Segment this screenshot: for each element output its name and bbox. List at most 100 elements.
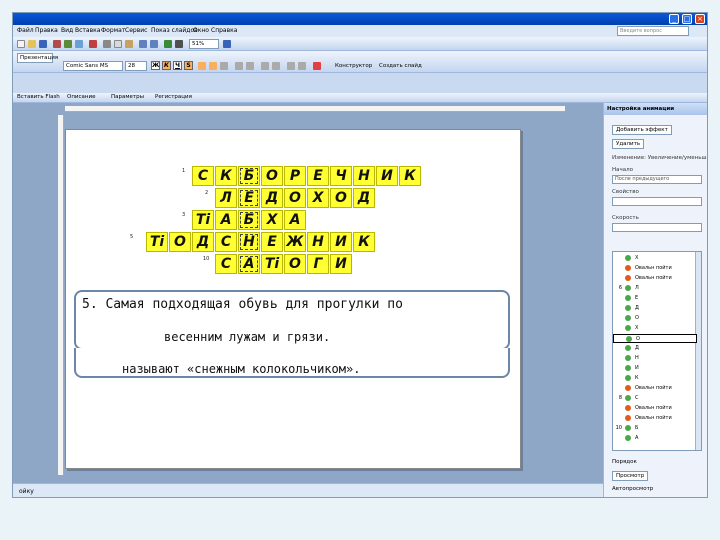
new-icon[interactable] [17, 40, 25, 48]
animation-item[interactable]: Н [613, 354, 697, 363]
cut-icon[interactable] [103, 40, 111, 48]
animation-item[interactable]: Овальн пойти [613, 274, 697, 283]
speed-select[interactable] [612, 223, 702, 232]
crossword-cell[interactable]: К [215, 166, 237, 186]
style-select[interactable]: Презентация [17, 53, 58, 63]
spelling-icon[interactable] [89, 40, 97, 48]
crossword-cell[interactable]: Д [261, 188, 283, 208]
animation-item[interactable]: Овальн пойти [613, 404, 697, 413]
help-search-input[interactable]: Введите вопрос [617, 26, 689, 36]
animation-list[interactable]: Х Овальн пойти Овальн пойти 6Л Е Д О Х О… [612, 251, 702, 451]
redo-icon[interactable] [150, 40, 158, 48]
crossword-cell[interactable]: С [215, 254, 237, 274]
crossword-cell[interactable]: Н [353, 166, 375, 186]
animation-item[interactable]: Овальн пойти [613, 384, 697, 393]
crossword-cell[interactable]: Г [307, 254, 329, 274]
menu-edit[interactable]: Правка [35, 27, 58, 34]
menu-file[interactable]: Файл [17, 27, 34, 34]
menu-view[interactable]: Вид [61, 27, 73, 34]
menu-insert[interactable]: Вставка [75, 27, 100, 34]
help-icon[interactable] [223, 40, 231, 48]
animation-item[interactable]: Х [613, 254, 697, 263]
start-select[interactable]: После предыдущего [612, 175, 702, 184]
crossword-cell[interactable]: Е [307, 166, 329, 186]
underline-button[interactable]: Ч [173, 61, 182, 70]
remove-effect-button[interactable]: Удалить [612, 139, 645, 149]
animation-item[interactable]: Овальн пойти [613, 414, 697, 423]
animation-item[interactable]: О [613, 314, 697, 323]
crossword-cell[interactable]: Н [307, 232, 329, 252]
question-textbox[interactable]: 5. Самая подходящая обувь для прогулки п… [74, 290, 510, 398]
crossword-cell[interactable]: Р [284, 166, 306, 186]
italic-button[interactable]: К [162, 61, 171, 70]
crossword-cell[interactable]: Д [353, 188, 375, 208]
table-icon[interactable] [175, 40, 183, 48]
copy-icon[interactable] [114, 40, 122, 48]
crossword-cell[interactable]: Л [215, 188, 237, 208]
crossword-cell[interactable]: Б [238, 210, 260, 230]
crossword-cell[interactable]: С [215, 232, 237, 252]
close-button[interactable]: × [695, 14, 705, 24]
menu-slideshow[interactable]: Показ слайдов [151, 27, 198, 34]
save-icon[interactable] [39, 40, 47, 48]
crossword-cell[interactable]: И [330, 232, 352, 252]
animation-item[interactable]: А [613, 434, 697, 443]
design-button[interactable]: Конструктор [335, 63, 372, 69]
increase-font-icon[interactable] [261, 62, 269, 70]
undo-icon[interactable] [139, 40, 147, 48]
menu-format[interactable]: Формат [101, 27, 125, 34]
crossword-cell[interactable]: Н [238, 232, 260, 252]
options-button[interactable]: Параметры [111, 94, 144, 100]
crossword-cell[interactable]: С [192, 166, 214, 186]
register-button[interactable]: Регистрация [155, 94, 192, 100]
crossword-cell[interactable]: О [284, 188, 306, 208]
font-name-select[interactable]: Comic Sans MS [63, 61, 123, 71]
align-center-icon[interactable] [209, 62, 217, 70]
animation-item[interactable]: Е [613, 294, 697, 303]
crossword-cell[interactable]: А [238, 254, 260, 274]
crossword-cell[interactable]: Ті [146, 232, 168, 252]
property-select[interactable] [612, 197, 702, 206]
animation-item[interactable]: Овальн пойти [613, 264, 697, 273]
numbering-icon[interactable] [235, 62, 243, 70]
print-icon[interactable] [64, 40, 72, 48]
note-button[interactable]: Описание [67, 94, 95, 100]
crossword-cell[interactable]: А [215, 210, 237, 230]
crossword-cell[interactable]: К [353, 232, 375, 252]
minimize-button[interactable]: _ [669, 14, 679, 24]
animation-item[interactable]: 6Л [613, 284, 697, 293]
reorder-label[interactable]: Порядок [612, 459, 637, 465]
crossword-cell[interactable]: Х [261, 210, 283, 230]
zoom-select[interactable]: 51% [189, 39, 219, 49]
crossword-cell[interactable]: И [330, 254, 352, 274]
decrease-indent-icon[interactable] [287, 62, 295, 70]
play-button[interactable]: Просмотр [612, 471, 649, 481]
crossword-cell[interactable]: А [284, 210, 306, 230]
crossword-cell[interactable]: И [376, 166, 398, 186]
animation-item[interactable]: 10 Б [613, 424, 697, 433]
crossword-cell[interactable]: Е [261, 232, 283, 252]
crossword-cell[interactable]: О [284, 254, 306, 274]
slide-canvas[interactable]: 1 С К Б О Р Е Ч Н И К 2 Л Е Д О Х О Д 3 … [65, 129, 521, 469]
permission-icon[interactable] [53, 40, 61, 48]
crossword-cell[interactable]: О [330, 188, 352, 208]
animation-item-selected[interactable]: О [613, 334, 697, 343]
crossword-cell[interactable]: Х [307, 188, 329, 208]
animation-item[interactable]: Д [613, 304, 697, 313]
align-left-icon[interactable] [198, 62, 206, 70]
menu-help[interactable]: Справка [211, 27, 237, 34]
decrease-font-icon[interactable] [272, 62, 280, 70]
new-slide-button[interactable]: Создать слайд [379, 63, 422, 69]
crossword-cell[interactable]: Ті [261, 254, 283, 274]
animation-item[interactable]: К [613, 374, 697, 383]
increase-indent-icon[interactable] [298, 62, 306, 70]
font-color-icon[interactable] [313, 62, 321, 70]
bullets-icon[interactable] [246, 62, 254, 70]
crossword-cell[interactable]: Ж [284, 232, 306, 252]
animation-item[interactable]: Х [613, 324, 697, 333]
crossword-cell[interactable]: Ті [192, 210, 214, 230]
insert-flash-button[interactable]: Вставить Flash [17, 94, 60, 100]
maximize-button[interactable]: □ [682, 14, 692, 24]
crossword-cell[interactable]: Б [238, 166, 260, 186]
autopreview-checkbox[interactable]: Автопросмотр [612, 486, 653, 492]
